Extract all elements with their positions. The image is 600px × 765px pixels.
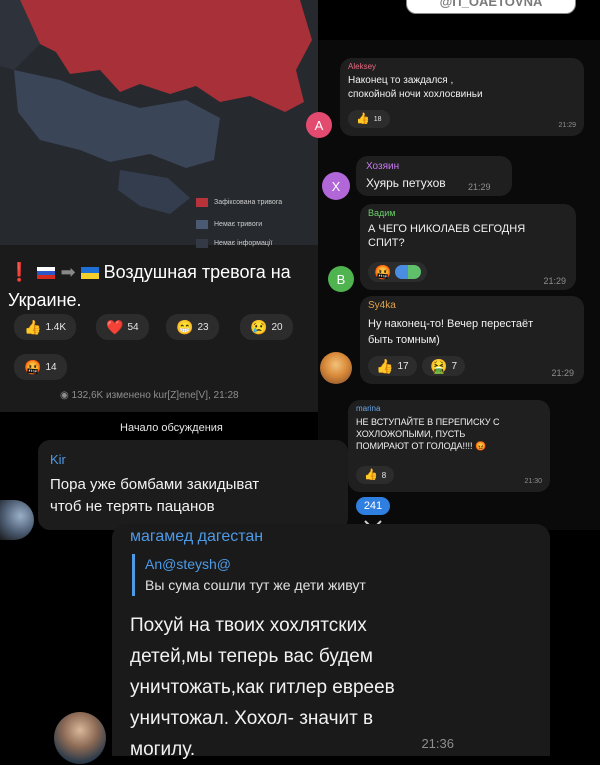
timestamp: 21:29 xyxy=(543,276,566,286)
legend-swatch-no-info xyxy=(196,239,208,248)
timestamp: 21:29 xyxy=(558,122,576,129)
author-name: Вадим xyxy=(368,208,396,218)
thumbs-up-icon: 👍 xyxy=(364,468,378,481)
legend-label: Немає інформації xyxy=(214,240,273,247)
reaction-thumbs-up[interactable]: 👍 18 xyxy=(348,110,390,128)
legend-swatch-alert xyxy=(196,198,208,207)
reaction-vomit[interactable]: 🤮 7 xyxy=(422,356,465,376)
vomit-face-icon: 🤮 xyxy=(430,358,448,374)
ukraine-flag-icon xyxy=(80,267,99,280)
message-text: Похуй на твоих хохлятских детей,мы тепер… xyxy=(130,615,395,760)
comment-vadim: Вадим А ЧЕГО НИКОЛАЕВ СЕГОДНЯ СПИТ? 🤬 21:… xyxy=(360,204,576,290)
comment-text: Ну наконец-то! Вечер перестаёт быть томны… xyxy=(368,318,534,346)
angry-face-icon: 🤬 xyxy=(24,359,42,375)
legend-label: Немає тривоги xyxy=(214,221,263,228)
comment-text: А ЧЕГО НИКОЛАЕВ СЕГОДНЯ СПИТ? xyxy=(368,223,526,249)
comment-text: Наконец то заждался , спокойной ночи хохл… xyxy=(348,75,483,100)
reactor-avatars xyxy=(395,265,422,279)
timestamp: 21:30 xyxy=(524,478,542,485)
post-footer: ◉ 132,6K изменено kur[Z]ene[V], 21:28 xyxy=(60,390,239,401)
alert-text: ❗ ➡ Воздушная тревога на Украине. xyxy=(8,262,291,310)
reply-author: An@steysh@ xyxy=(145,556,232,572)
reaction-thumbs-up[interactable]: 👍 1.4K xyxy=(14,314,77,340)
grin-icon: 😁 xyxy=(176,319,194,335)
reaction-heart[interactable]: ❤️ 54 xyxy=(96,314,149,340)
thumbs-up-icon: 👍 xyxy=(356,112,370,125)
reaction-angry[interactable]: 🤬 xyxy=(368,262,428,282)
avatar[interactable]: В xyxy=(328,266,354,292)
comment-text: НЕ ВСТУПАЙТЕ В ПЕРЕПИСКУ С ХОХЛОЖОПЫМИ, П… xyxy=(356,417,500,451)
legend-swatch-no-alert xyxy=(196,220,208,229)
avatar[interactable] xyxy=(54,712,106,764)
angry-face-icon: 🤬 xyxy=(374,264,392,280)
avatar[interactable] xyxy=(320,352,352,384)
comment-text: Хуярь петухов xyxy=(366,176,446,190)
reaction-thumbs-up[interactable]: 👍 8 xyxy=(356,466,395,484)
thumbs-up-icon: 👍 xyxy=(376,358,394,374)
reaction-grin[interactable]: 😁 23 xyxy=(166,314,219,340)
russia-flag-icon xyxy=(37,267,56,280)
discussion-start-label: Начало обсуждения xyxy=(120,422,223,434)
avatar[interactable]: Х xyxy=(322,172,350,200)
avatar[interactable]: A xyxy=(306,112,332,138)
timestamp: 21:36 xyxy=(421,736,454,751)
timestamp: 21:29 xyxy=(551,368,574,378)
comment-hozyain: Хозяин Хуярь петухов 21:29 xyxy=(356,156,512,196)
comment-magamed: магамед дагестан An@steysh@ Вы сума сошл… xyxy=(112,524,550,760)
kir-avatar[interactable] xyxy=(0,500,34,540)
reply-text: Вы сума сошли тут же дети живут xyxy=(145,577,366,593)
reaction-cry[interactable]: 😢 20 xyxy=(240,314,293,340)
author-name: Sy4ka xyxy=(368,300,396,311)
cry-icon: 😢 xyxy=(250,319,268,335)
thumbs-up-icon: 👍 xyxy=(24,319,42,335)
watermark-badge: @Π_OAETOVNA xyxy=(406,0,576,14)
reaction-thumbs-up[interactable]: 👍 17 xyxy=(368,356,417,376)
author-name: Aleksey xyxy=(348,62,377,71)
author-name: marina xyxy=(356,404,381,413)
reaction-angry[interactable]: 🤬 14 xyxy=(14,354,67,380)
comment-text: Пора уже бомбами закидыват чтоб не терять… xyxy=(50,476,260,515)
comment-marina: marina НЕ ВСТУПАЙТЕ В ПЕРЕПИСКУ С ХОХЛОЖО… xyxy=(348,400,550,492)
heart-icon: ❤️ xyxy=(106,319,124,335)
map-post: Зафіксована тривога Немає тривоги Немає … xyxy=(0,0,318,412)
comment-kir: Kir Пора уже бомбами закидыват чтоб не те… xyxy=(38,440,348,530)
comment-aleksey: Aleksey Наконец то заждался , спокойной н… xyxy=(340,58,584,136)
timestamp: 21:29 xyxy=(468,182,491,192)
reply-quote[interactable]: An@steysh@ Вы сума сошли тут же дети жив… xyxy=(132,554,366,596)
author-name: Хозяин xyxy=(366,161,400,172)
legend-label: Зафіксована тривога xyxy=(214,199,283,206)
comment-sy4ka: Sy4ka Ну наконец-то! Вечер перестаёт быть… xyxy=(360,296,584,384)
alert-map-image xyxy=(0,0,318,245)
author-name: Kir xyxy=(50,452,66,467)
author-name: магамед дагестан xyxy=(130,528,264,545)
exclamation-icon: ❗ xyxy=(8,262,31,282)
unread-count-badge[interactable]: 241 xyxy=(356,497,390,515)
